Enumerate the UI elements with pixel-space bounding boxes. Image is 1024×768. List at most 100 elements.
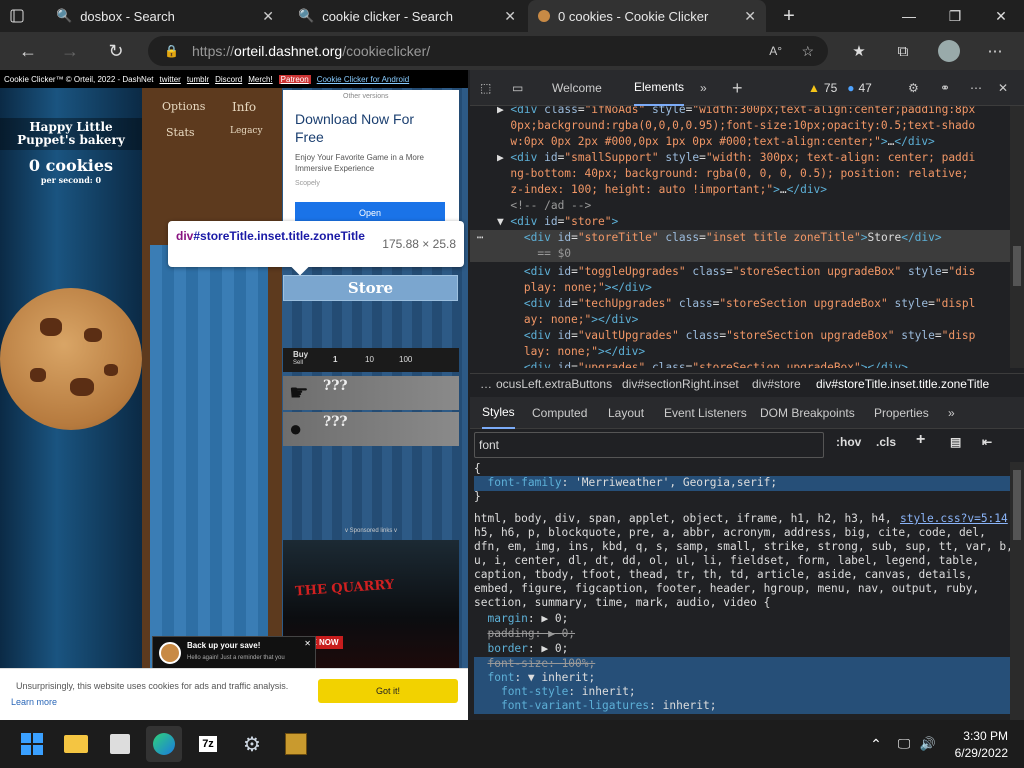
read-aloud-icon[interactable]: A° <box>769 44 782 58</box>
sell-toggle[interactable]: Sell <box>293 360 303 366</box>
rule-line[interactable]: padding: ▶ 0; <box>474 627 1010 642</box>
tab-cookie-clicker-search[interactable]: 🔍 cookie clicker - Search ✕ <box>288 0 526 32</box>
issue-counters[interactable]: ▲ 75 ● 47 <box>808 78 908 98</box>
stylesheet-link[interactable]: style.css?v=5:14 <box>900 512 1010 527</box>
connect-icon[interactable]: ⚭ <box>940 70 950 106</box>
breadcrumb-item[interactable]: div#store <box>752 377 801 391</box>
rule-line[interactable]: margin: ▶ 0; <box>474 612 1010 627</box>
dom-line[interactable]: w:0px 0px 2px #000,0px 1px 0px #000;text… <box>470 134 1010 150</box>
dom-line[interactable]: <!-- /ad --> <box>470 198 1010 214</box>
close-icon[interactable]: ✕ <box>304 639 311 648</box>
dom-line[interactable]: lay: none;"></div> <box>470 344 1010 360</box>
dom-line[interactable]: ay: none;"></div> <box>470 312 1010 328</box>
buy-toggle[interactable]: Buy <box>293 350 308 359</box>
toggle-sidebar-icon[interactable]: ⇤ <box>982 435 992 449</box>
breadcrumb-item-current[interactable]: div#storeTitle.inset.title.zoneTitle <box>816 377 989 391</box>
close-tab-icon[interactable]: ✕ <box>262 8 274 25</box>
more-tabs-icon[interactable]: » <box>948 397 955 429</box>
rule-line[interactable]: font-variant-ligatures: inherit; <box>474 699 1010 714</box>
stats-button[interactable]: Stats <box>166 126 195 139</box>
ad-title[interactable]: Download Now For Free <box>295 110 445 146</box>
tab-welcome[interactable]: Welcome <box>552 70 602 106</box>
tab-properties[interactable]: Properties <box>874 397 929 429</box>
options-button[interactable]: Options <box>162 100 205 113</box>
buy-1-option[interactable]: 1 <box>333 355 337 364</box>
minimize-button[interactable]: — <box>886 0 932 32</box>
twitter-link[interactable]: twitter <box>160 75 181 84</box>
close-tab-icon[interactable]: ✕ <box>744 8 756 25</box>
store-product[interactable]: ● ??? <box>283 412 459 446</box>
dom-line[interactable]: 0px;background:rgba(0,0,0,0.95);font-siz… <box>470 118 1010 134</box>
styles-filter-input[interactable]: font <box>474 432 824 458</box>
tab-cookie-clicker[interactable]: 0 cookies - Cookie Clicker ✕ <box>528 0 766 32</box>
computed-style-icon[interactable]: ▤ <box>950 435 961 449</box>
new-rule-icon[interactable]: + <box>916 431 925 449</box>
got-it-button[interactable]: Got it! <box>318 679 458 703</box>
rule-line[interactable]: font: ▼ inherit; <box>474 671 1010 686</box>
refresh-button[interactable]: ↻ <box>98 32 134 70</box>
address-field[interactable]: 🔒 https://orteil.dashnet.org/cookieclick… <box>148 36 828 66</box>
other-versions-text[interactable]: Other versions <box>343 93 389 100</box>
tab-elements[interactable]: Elements <box>634 70 685 106</box>
settings-app-button[interactable]: ⚙ <box>234 726 270 762</box>
7zip-button[interactable]: 7z <box>190 726 226 762</box>
class-toggle[interactable]: .cls <box>876 435 896 449</box>
dom-line-selected[interactable]: ⋯ <div id="storeTitle" class="inset titl… <box>470 230 1010 262</box>
patreon-link[interactable]: Patreon <box>278 74 311 84</box>
learn-more-link[interactable]: Learn more <box>11 697 57 707</box>
device-emulation-icon[interactable]: ▭ <box>512 70 523 106</box>
close-window-button[interactable]: ✕ <box>978 0 1024 32</box>
dom-line[interactable]: z-index: 100; height: auto !important;">… <box>470 182 1010 198</box>
edge-browser-button[interactable] <box>146 726 182 762</box>
breadcrumb-item[interactable]: div#sectionRight.inset <box>622 377 739 391</box>
add-tab-icon[interactable]: + <box>732 70 743 106</box>
dom-line[interactable]: ▶ <div id="smallSupport" style="width: 3… <box>470 150 1010 166</box>
add-favorite-icon[interactable]: ☆ <box>801 43 814 60</box>
big-cookie[interactable] <box>0 288 142 430</box>
styles-scrollbar[interactable] <box>1010 462 1024 720</box>
more-options-icon[interactable]: ⋯ <box>970 70 982 106</box>
more-menu-icon[interactable]: ⋯ <box>978 32 1012 70</box>
tab-dosbox[interactable]: 🔍 dosbox - Search ✕ <box>46 0 284 32</box>
dom-scrollbar[interactable] <box>1010 106 1024 368</box>
dom-line[interactable]: <div id="vaultUpgrades" class="storeSect… <box>470 328 1010 344</box>
system-clock[interactable]: 3:30 PM 6/29/2022 <box>955 728 1008 762</box>
buy-100-option[interactable]: 100 <box>399 355 412 364</box>
dom-line[interactable]: play: none;"></div> <box>470 280 1010 296</box>
buy-10-option[interactable]: 10 <box>365 355 374 364</box>
dom-line[interactable]: <div id="techUpgrades" class="storeSecti… <box>470 296 1010 312</box>
tab-actions-button[interactable] <box>0 0 40 32</box>
discord-link[interactable]: Discord <box>215 75 242 84</box>
info-button[interactable]: Info <box>232 100 256 114</box>
dom-line[interactable]: ▶ <div class="ifNoAds" style="width:300p… <box>470 106 1010 118</box>
profile-avatar[interactable] <box>932 32 966 70</box>
bakery-name[interactable]: Happy Little Puppet's bakery <box>0 118 142 150</box>
rule-line[interactable]: font-size: 100%; <box>474 657 1010 672</box>
tab-computed[interactable]: Computed <box>532 397 587 429</box>
dom-line[interactable]: ▼ <div id="store"> <box>470 214 1010 230</box>
close-devtools-icon[interactable]: ✕ <box>998 70 1008 106</box>
dom-line[interactable]: ng-bottom: 40px; background: rgba(0, 0, … <box>470 166 1010 182</box>
close-tab-icon[interactable]: ✕ <box>504 8 516 25</box>
breadcrumb-item[interactable]: ocusLeft.extraButtons <box>496 377 612 391</box>
more-tabs-icon[interactable]: » <box>700 70 707 106</box>
store-app-button[interactable] <box>102 726 138 762</box>
tab-layout[interactable]: Layout <box>608 397 644 429</box>
store-product[interactable]: ☛ ??? <box>283 376 459 410</box>
backup-notification[interactable]: Back up your save! Hello again! Just a r… <box>152 636 316 670</box>
rule-line[interactable]: border: ▶ 0; <box>474 642 1010 657</box>
tumblr-link[interactable]: tumblr <box>187 75 209 84</box>
back-button[interactable]: ← <box>10 32 46 70</box>
collections-icon[interactable]: ⧉ <box>886 32 920 70</box>
tab-event-listeners[interactable]: Event Listeners <box>664 397 747 429</box>
crumb-ellipsis[interactable]: … <box>480 377 492 391</box>
volume-icon[interactable]: 🔊 <box>910 726 946 762</box>
ad-banner[interactable]: Other versions Download Now For Free Enj… <box>283 90 459 224</box>
rule-line[interactable]: font-family: 'Merriweather', Georgia,ser… <box>474 476 1010 491</box>
legacy-button[interactable]: Legacy <box>230 126 263 136</box>
dosbox-button[interactable] <box>278 726 314 762</box>
android-link[interactable]: Cookie Clicker for Android <box>317 75 409 84</box>
file-explorer-button[interactable] <box>58 726 94 762</box>
rule-line[interactable]: font-style: inherit; <box>474 685 1010 700</box>
inspect-element-icon[interactable]: ⬚ <box>480 70 491 106</box>
